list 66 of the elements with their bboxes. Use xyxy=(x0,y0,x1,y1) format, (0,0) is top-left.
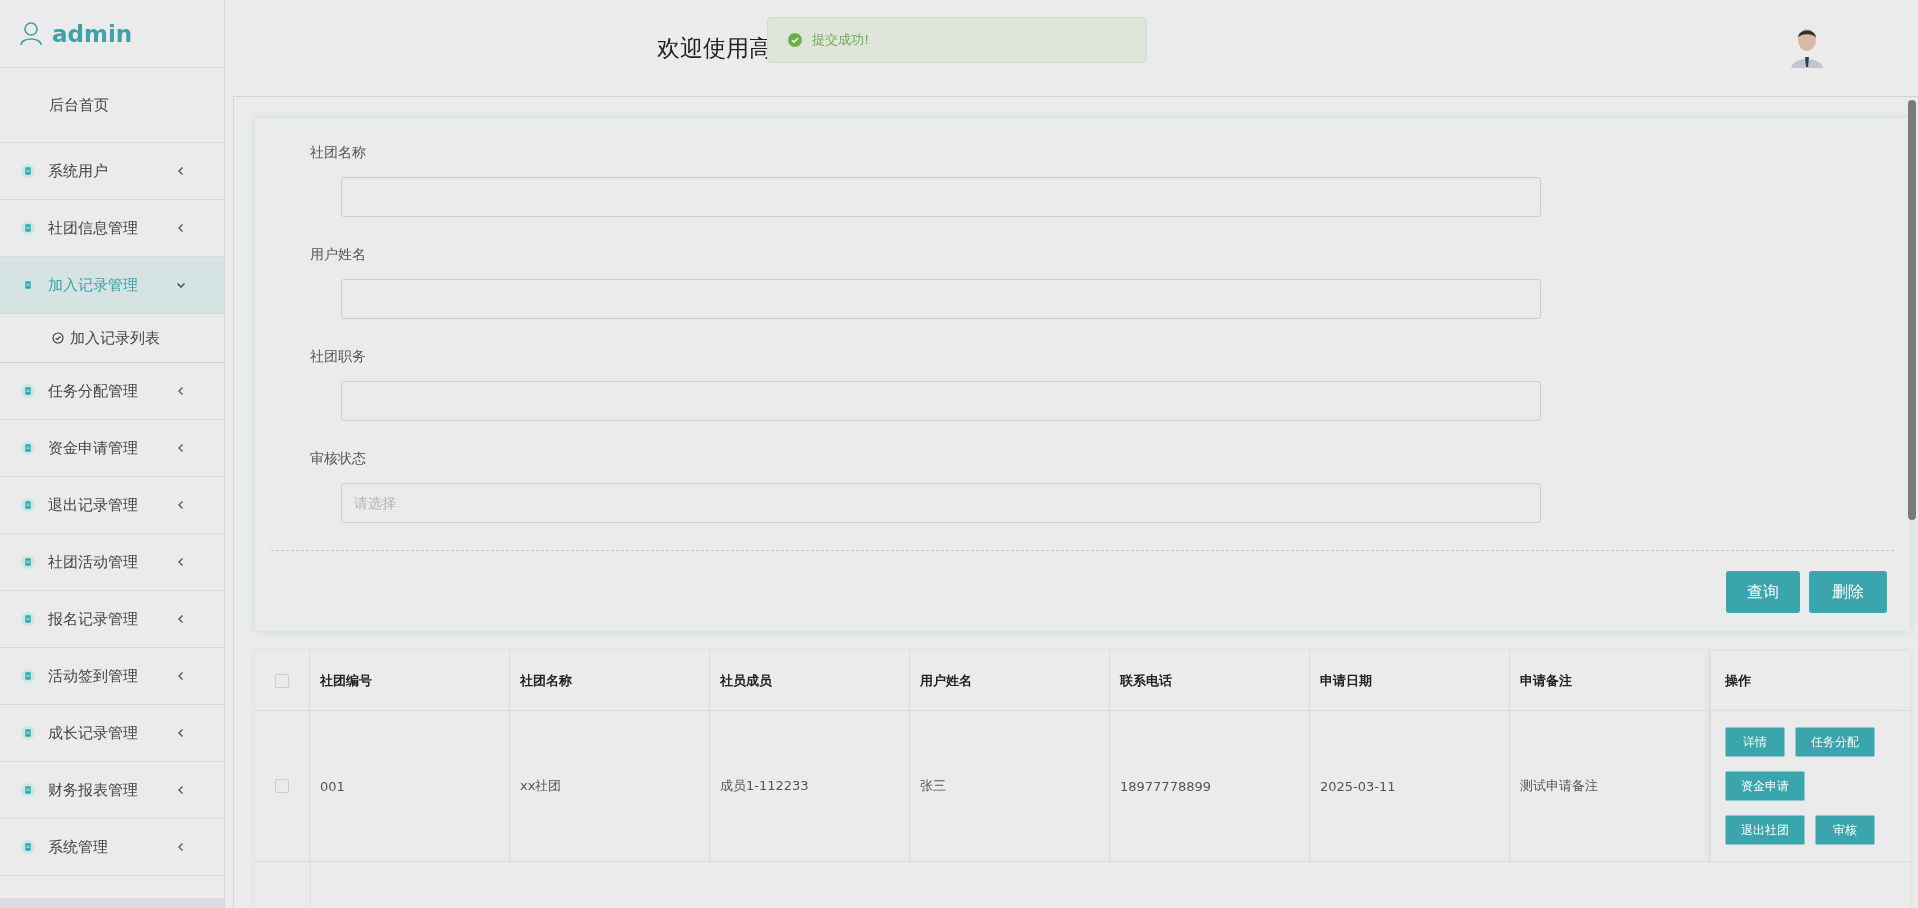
nav-item[interactable]: 财务报表管理 xyxy=(0,762,224,819)
scrollbar[interactable] xyxy=(1908,100,1916,520)
chevron-left-icon xyxy=(176,386,186,396)
column-header: 联系电话 xyxy=(1120,671,1172,690)
field-label: 社团名称 xyxy=(310,144,367,162)
chevron-left-icon xyxy=(176,223,186,233)
chevron-down-icon xyxy=(176,280,186,290)
column-header: 社员成员 xyxy=(720,671,772,690)
nav-item[interactable]: 系统用户 xyxy=(0,143,224,200)
field-label: 审核状态 xyxy=(310,450,367,468)
column-header: 申请备注 xyxy=(1520,671,1572,690)
field-label: 用户姓名 xyxy=(310,246,367,264)
column-header: 操作 xyxy=(1725,671,1751,690)
column-header: 申请日期 xyxy=(1320,671,1372,690)
nav-item[interactable]: 报名记录管理 xyxy=(0,591,224,648)
success-icon xyxy=(788,32,802,47)
document-icon xyxy=(21,726,35,740)
chevron-left-icon xyxy=(176,614,186,624)
user-icon xyxy=(20,21,42,46)
table-cell: 18977778899 xyxy=(1120,778,1211,794)
document-icon xyxy=(21,669,35,683)
document-icon xyxy=(21,164,35,178)
document-icon xyxy=(21,555,35,569)
nav-item[interactable]: 退出记录管理 xyxy=(0,477,224,534)
nav-item[interactable]: 社团活动管理 xyxy=(0,534,224,591)
document-icon xyxy=(21,612,35,626)
checkbox[interactable] xyxy=(275,779,289,793)
check-circle-icon xyxy=(52,332,64,344)
chevron-left-icon xyxy=(176,557,186,567)
document-icon xyxy=(21,441,35,455)
document-icon xyxy=(21,783,35,797)
input-field[interactable] xyxy=(341,279,1541,319)
user-name: admin xyxy=(52,20,133,47)
input-field[interactable] xyxy=(341,381,1541,421)
table-cell: 测试申请备注 xyxy=(1520,777,1598,795)
nav-item[interactable]: 资金申请管理 xyxy=(0,420,224,477)
column-header: 用户姓名 xyxy=(920,671,972,690)
chevron-left-icon xyxy=(176,500,186,510)
chevron-left-icon xyxy=(176,728,186,738)
nav-item[interactable]: 系统管理 xyxy=(0,819,224,876)
chevron-left-icon xyxy=(176,166,186,176)
table-cell: xx社团 xyxy=(520,777,562,795)
nav-subitem[interactable]: 加入记录列表 xyxy=(0,314,224,363)
nav-item[interactable]: 活动签到管理 xyxy=(0,648,224,705)
chevron-left-icon xyxy=(176,785,186,795)
document-icon xyxy=(21,278,35,292)
table-cell: 2025-03-11 xyxy=(1320,778,1396,794)
chevron-left-icon xyxy=(176,842,186,852)
nav-item[interactable]: 任务分配管理 xyxy=(0,363,224,420)
checkbox[interactable] xyxy=(275,673,289,688)
chevron-left-icon xyxy=(176,671,186,681)
column-header: 社团名称 xyxy=(520,671,572,690)
document-icon xyxy=(21,221,35,235)
table-cell: 张三 xyxy=(920,777,946,795)
field-label: 社团职务 xyxy=(310,348,367,366)
input-field[interactable] xyxy=(341,177,1541,217)
nav-item[interactable]: 成长记录管理 xyxy=(0,705,224,762)
document-icon xyxy=(21,384,35,398)
document-icon xyxy=(21,840,35,854)
chevron-left-icon xyxy=(176,443,186,453)
nav-item[interactable]: 后台首页 xyxy=(0,68,224,143)
table-cell: 001 xyxy=(320,778,345,794)
document-icon xyxy=(21,498,35,512)
success-toast: 提交成功! xyxy=(767,16,1147,63)
column-header: 社团编号 xyxy=(320,671,372,690)
table-cell: 成员1-112233 xyxy=(720,777,809,795)
